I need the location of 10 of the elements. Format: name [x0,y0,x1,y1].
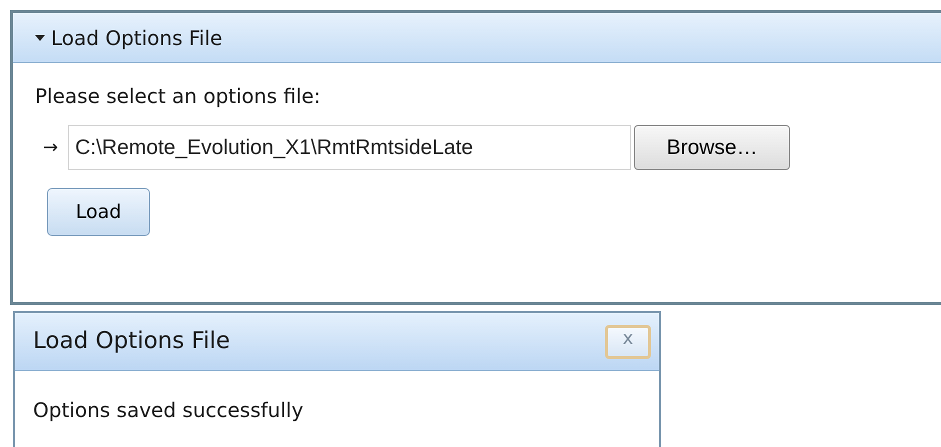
panel-header[interactable]: Load Options File [13,13,941,63]
caret-down-icon[interactable] [35,34,45,42]
arrow-label: → [43,136,58,160]
status-message: Options saved successfully [32,397,304,424]
prompt-label: Please select an options file: [35,83,322,110]
browse-button[interactable]: Browse… [634,125,790,170]
load-button[interactable]: Load [47,188,150,236]
dialog-title: Load Options File [33,327,230,356]
file-path-field[interactable]: C:\Remote_Evolution_X1\RmtRmtsideLate [68,125,632,170]
panel-title: Load Options File [51,24,222,52]
